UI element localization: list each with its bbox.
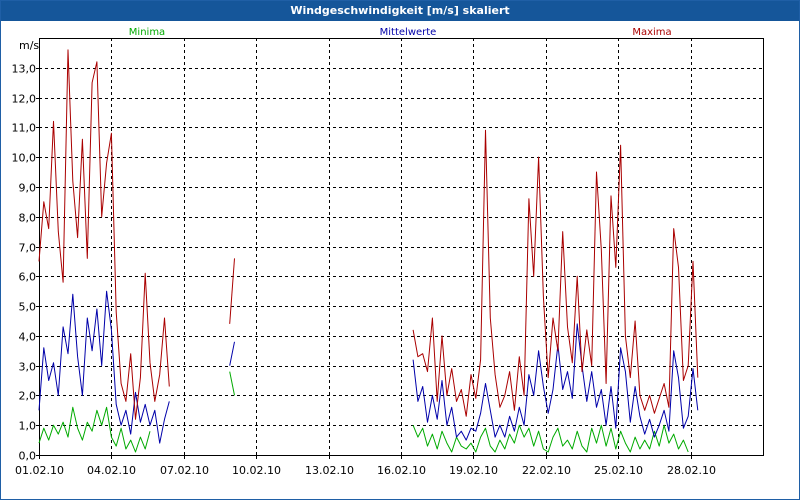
legend-entry-mittelwerte: Mittelwerte (380, 27, 437, 38)
y-axis-unit-label: m/s (19, 39, 39, 52)
series-line-segment (229, 371, 235, 396)
x-tick-label: 16.02.10 (377, 464, 426, 477)
y-tick-label: 8,0 (19, 212, 37, 225)
series-line-segment (412, 323, 699, 441)
series-line-segment (412, 129, 699, 417)
y-tick-label: 12,0 (12, 93, 37, 106)
series-maxima (38, 49, 699, 420)
y-tick-label: 11,0 (12, 122, 37, 135)
series-line-segment (38, 49, 170, 420)
series-mittelwerte (38, 290, 699, 444)
x-tick-label: 07.02.10 (160, 464, 209, 477)
series-line-segment (229, 341, 235, 366)
y-tick-label: 1,0 (19, 420, 37, 433)
x-tick-label: 19.02.10 (449, 464, 498, 477)
x-tick-label: 01.02.10 (15, 464, 64, 477)
legend-entry-minima: Minima (129, 27, 165, 38)
x-tick-label: 04.02.10 (87, 464, 136, 477)
y-tick-label: 9,0 (19, 182, 37, 195)
y-tick-label: 4,0 (19, 331, 37, 344)
y-tick-label: 10,0 (12, 152, 37, 165)
y-tick-label: 6,0 (19, 271, 37, 284)
axis-layer: 0,0 1,0 2,0 3,0 4,0 5,0 6,0 7,0 8,0 9,0 10,0 11,0 12… (12, 38, 764, 477)
x-tick-label: 22.02.10 (522, 464, 571, 477)
wind-speed-chart: 0,0 1,0 2,0 3,0 4,0 5,0 6,0 7,0 8,0 9,0 10,0 11,0 12… (12, 27, 764, 477)
series-line-segment (38, 290, 170, 444)
series-line-segment (229, 258, 235, 324)
y-tick-label: 5,0 (19, 301, 37, 314)
grid-layer (39, 38, 763, 456)
y-tick-label: 13,0 (12, 63, 37, 76)
y-tick-label: 7,0 (19, 242, 37, 255)
y-tick-label: 2,0 (19, 390, 37, 403)
y-tick-label: 3,0 (19, 361, 37, 374)
legend-layer: Minima Mittelwerte Maxima (129, 27, 672, 38)
series-layer (38, 49, 699, 453)
x-tick-label: 25.02.10 (594, 464, 643, 477)
x-tick-label: 13.02.10 (305, 464, 354, 477)
y-tick-label: 0,0 (19, 450, 37, 463)
series-line-segment (412, 424, 689, 453)
legend-entry-maxima: Maxima (632, 27, 671, 38)
x-tick-label: 28.02.10 (667, 464, 716, 477)
x-tick-label: 10.02.10 (232, 464, 281, 477)
